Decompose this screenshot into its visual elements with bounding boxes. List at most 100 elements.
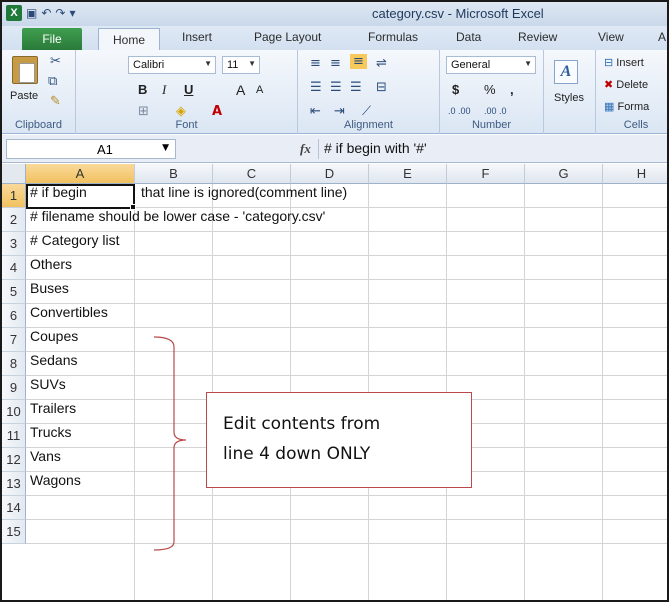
tab-page-layout[interactable]: Page Layout <box>254 30 321 44</box>
fill-color-icon[interactable]: ◈ <box>176 104 186 119</box>
comma-button[interactable]: , <box>510 82 514 97</box>
name-box-value: A1 <box>97 142 113 157</box>
cell-a7[interactable]: Coupes <box>30 328 78 352</box>
underline-button[interactable]: U <box>184 82 193 97</box>
column-header-e[interactable]: E <box>369 164 447 184</box>
font-name-select[interactable]: Calibri ▼ <box>128 56 216 74</box>
select-all-corner[interactable] <box>2 164 26 184</box>
undo-icon[interactable]: ↶ <box>41 6 51 20</box>
column-header-a[interactable]: A <box>26 164 135 184</box>
column-header-d[interactable]: D <box>291 164 369 184</box>
cell-a12[interactable]: Vans <box>30 448 61 472</box>
row-header-12[interactable]: 12 <box>2 448 26 472</box>
tab-file[interactable]: File <box>22 28 82 50</box>
align-center-icon[interactable]: ☰ <box>330 80 342 95</box>
italic-button[interactable]: I <box>162 82 166 98</box>
cut-icon[interactable]: ✂ <box>50 54 61 69</box>
row-header-6[interactable]: 6 <box>2 304 26 328</box>
fill-handle[interactable] <box>130 204 136 210</box>
paste-icon[interactable] <box>12 56 38 84</box>
delete-cells-icon: ✖ <box>604 79 614 91</box>
column-header-c[interactable]: C <box>213 164 291 184</box>
percent-button[interactable]: % <box>484 82 496 97</box>
number-format-select[interactable]: General ▼ <box>446 56 536 74</box>
cell-a9[interactable]: SUVs <box>30 376 66 400</box>
row-header-15[interactable]: 15 <box>2 520 26 544</box>
worksheet-grid[interactable]: A B C D E F G H 1 # if begin 2 # filename should be… <box>2 164 667 600</box>
row-header-5[interactable]: 5 <box>2 280 26 304</box>
wrap-text-icon[interactable]: ⇌ <box>376 56 387 71</box>
row-header-2[interactable]: 2 <box>2 208 26 232</box>
increase-decimal-button[interactable]: .0 .00 <box>448 106 471 116</box>
save-icon[interactable]: ▣ <box>26 6 37 20</box>
row-header-7[interactable]: 7 <box>2 328 26 352</box>
name-box-dropdown-icon[interactable]: ▼ <box>162 143 169 153</box>
grow-font-button[interactable]: A <box>236 82 245 98</box>
bold-button[interactable]: B <box>138 82 147 97</box>
ribbon-home: Paste ✂ ⧉ ✎ Clipboard Calibri ▼ 11 ▼ B I U… <box>2 50 667 134</box>
orientation-icon[interactable]: ⟋ <box>362 104 371 119</box>
increase-indent-icon[interactable]: ⇥ <box>334 104 345 119</box>
tab-data[interactable]: Data <box>456 30 481 44</box>
cells-label: Cells <box>623 119 649 131</box>
currency-button[interactable]: $ <box>452 82 459 97</box>
excel-logo-icon[interactable]: X <box>6 5 22 21</box>
copy-icon[interactable]: ⧉ <box>48 74 57 89</box>
row-header-9[interactable]: 9 <box>2 376 26 400</box>
align-bottom-icon[interactable]: ≡ <box>350 54 367 69</box>
paste-button[interactable]: Paste <box>10 90 38 102</box>
borders-icon[interactable]: ⊞ <box>138 104 149 119</box>
row-header-3[interactable]: 3 <box>2 232 26 256</box>
formula-input[interactable]: # if begin with '#' <box>324 140 427 156</box>
row-header-8[interactable]: 8 <box>2 352 26 376</box>
cell-a3[interactable]: # Category list <box>30 232 119 256</box>
tab-insert[interactable]: Insert <box>182 30 212 44</box>
styles-icon[interactable]: A <box>554 60 578 84</box>
align-top-icon[interactable]: ≡ <box>310 56 321 71</box>
font-color-icon[interactable]: A <box>212 104 222 119</box>
cell-a13[interactable]: Wagons <box>30 472 81 496</box>
align-middle-icon[interactable]: ≡ <box>330 56 341 71</box>
tab-formulas[interactable]: Formulas <box>368 30 418 44</box>
align-left-icon[interactable]: ☰ <box>310 80 322 95</box>
row-header-10[interactable]: 10 <box>2 400 26 424</box>
cell-a6[interactable]: Convertibles <box>30 304 108 328</box>
align-right-icon[interactable]: ☰ <box>350 80 362 95</box>
redo-icon[interactable]: ↷ <box>55 6 65 20</box>
tab-view[interactable]: View <box>598 30 624 44</box>
styles-button[interactable]: Styles <box>554 92 584 104</box>
cell-a11[interactable]: Trucks <box>30 424 71 448</box>
group-alignment: ≡ ≡ ≡ ⇌ ☰ ☰ ☰ ⊟ ⇤ ⇥ ⟋ Alignment <box>298 50 440 134</box>
clipboard-label: Clipboard <box>14 119 63 131</box>
shrink-font-button[interactable]: A <box>256 84 263 96</box>
column-header-h[interactable]: H <box>603 164 667 184</box>
decrease-indent-icon[interactable]: ⇤ <box>310 104 321 119</box>
row-header-1[interactable]: 1 <box>2 184 26 208</box>
tab-home[interactable]: Home <box>98 28 160 50</box>
decrease-decimal-button[interactable]: .00 .0 <box>484 106 507 116</box>
tab-review[interactable]: Review <box>518 30 557 44</box>
tab-overflow[interactable]: A <box>658 30 666 44</box>
column-header-g[interactable]: G <box>525 164 603 184</box>
insert-cells-button[interactable]: ⊟ Insert <box>604 56 644 69</box>
row-header-11[interactable]: 11 <box>2 424 26 448</box>
name-box[interactable]: A1 ▼ <box>6 139 176 159</box>
insert-function-button[interactable]: fx <box>300 141 311 157</box>
row-header-4[interactable]: 4 <box>2 256 26 280</box>
cell-a8[interactable]: Sedans <box>30 352 77 376</box>
customize-qat-icon[interactable]: ▾ <box>69 6 75 20</box>
format-cells-button[interactable]: ▦ Forma <box>604 100 649 113</box>
gridline-horizontal <box>26 279 667 280</box>
format-painter-icon[interactable]: ✎ <box>50 94 61 109</box>
merge-center-icon[interactable]: ⊟ <box>376 80 387 95</box>
font-size-select[interactable]: 11 ▼ <box>222 56 260 74</box>
delete-cells-button[interactable]: ✖ Delete <box>604 78 648 91</box>
row-header-13[interactable]: 13 <box>2 472 26 496</box>
column-header-f[interactable]: F <box>447 164 525 184</box>
cell-a10[interactable]: Trailers <box>30 400 76 424</box>
column-header-b[interactable]: B <box>135 164 213 184</box>
cell-a2[interactable]: # filename should be lower case - 'categ… <box>30 208 325 232</box>
cell-a4[interactable]: Others <box>30 256 72 280</box>
cell-a5[interactable]: Buses <box>30 280 69 304</box>
row-header-14[interactable]: 14 <box>2 496 26 520</box>
